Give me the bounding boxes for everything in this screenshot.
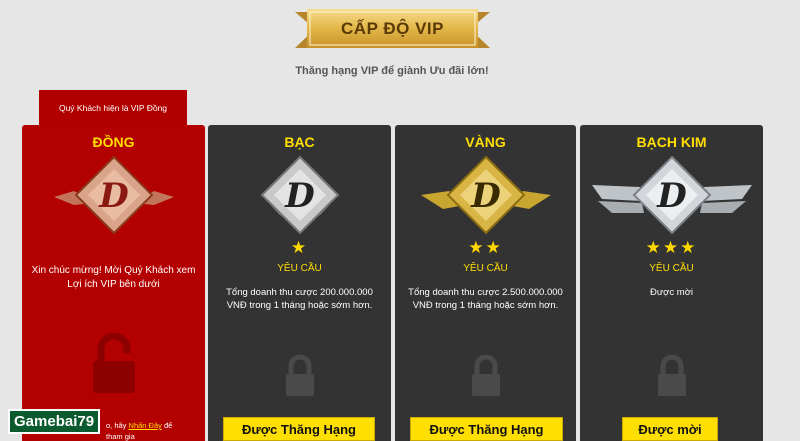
- svg-text:D: D: [284, 176, 315, 216]
- padlock-icon: [285, 355, 314, 396]
- tier-name: BẠCH KIM: [636, 134, 707, 150]
- tier-card-bach-kim: BẠCH KIM D ★★★ YÊU CẦU Được mời Được mời: [580, 125, 763, 441]
- star-icon: ★: [290, 238, 309, 257]
- page-subtitle: Thăng hạng VIP để giành Ưu đãi lớn!: [295, 65, 489, 77]
- upgrade-button[interactable]: Được Thăng Hạng: [223, 417, 375, 441]
- requirement-text: Tổng doanh thu cược 200.000.000 VNĐ tron…: [226, 287, 373, 311]
- requirement-label: YÊU CẦU: [463, 263, 508, 274]
- tier-name: ĐỒNG: [92, 134, 135, 150]
- site-watermark-logo: Gamebai79: [8, 409, 101, 434]
- padlock-icon: [92, 333, 135, 393]
- invited-button[interactable]: Được mời: [622, 417, 718, 441]
- requirement-label: YÊU CẦU: [277, 263, 322, 274]
- current-tier-tab[interactable]: Quý Khách hiện là VIP Đồng: [39, 90, 187, 126]
- bronze-badge-icon: D: [53, 155, 174, 235]
- gold-badge-icon: D: [420, 155, 551, 235]
- page-title-ribbon: CẤP ĐỘ VIP: [295, 8, 490, 50]
- platinum-badge-icon: D: [591, 155, 752, 235]
- star-icon: ★★: [468, 238, 503, 257]
- tier-card-bac: BẠC D ★ YÊU CẦU Tổng doanh thu cược 200.…: [208, 125, 391, 441]
- padlock-icon: [471, 355, 500, 396]
- star-icon: ★★★: [645, 238, 698, 257]
- tier-name: BẠC: [284, 134, 315, 150]
- join-note: o, hãy Nhấn Đây để tham gia: [106, 421, 173, 441]
- requirement-label: YÊU CẦU: [649, 263, 694, 274]
- page-title: CẤP ĐỘ VIP: [341, 19, 444, 38]
- upgrade-button[interactable]: Được Thăng Hạng: [410, 417, 563, 441]
- tier-name: VÀNG: [465, 134, 506, 150]
- requirement-text: Tổng doanh thu cược 2.500.000.000 VNĐ tr…: [408, 287, 563, 311]
- requirement-text: Được mời: [649, 287, 694, 298]
- tier-card-vang: VÀNG D ★★ YÊU CẦU Tổng doanh thu cược 2.…: [395, 125, 576, 441]
- svg-text:D: D: [656, 176, 687, 216]
- click-here-link[interactable]: Nhấn Đây: [129, 421, 162, 430]
- padlock-icon: [657, 355, 686, 396]
- svg-text:D: D: [98, 176, 129, 216]
- tier-card-dong: ĐỒNG D Xin chúc mừng! Mời Quý Khách xem …: [22, 125, 205, 441]
- silver-badge-icon: D: [260, 155, 339, 235]
- congrats-text: Xin chúc mừng! Mời Quý Khách xem Lợi ích…: [31, 265, 196, 290]
- svg-text:D: D: [470, 176, 501, 216]
